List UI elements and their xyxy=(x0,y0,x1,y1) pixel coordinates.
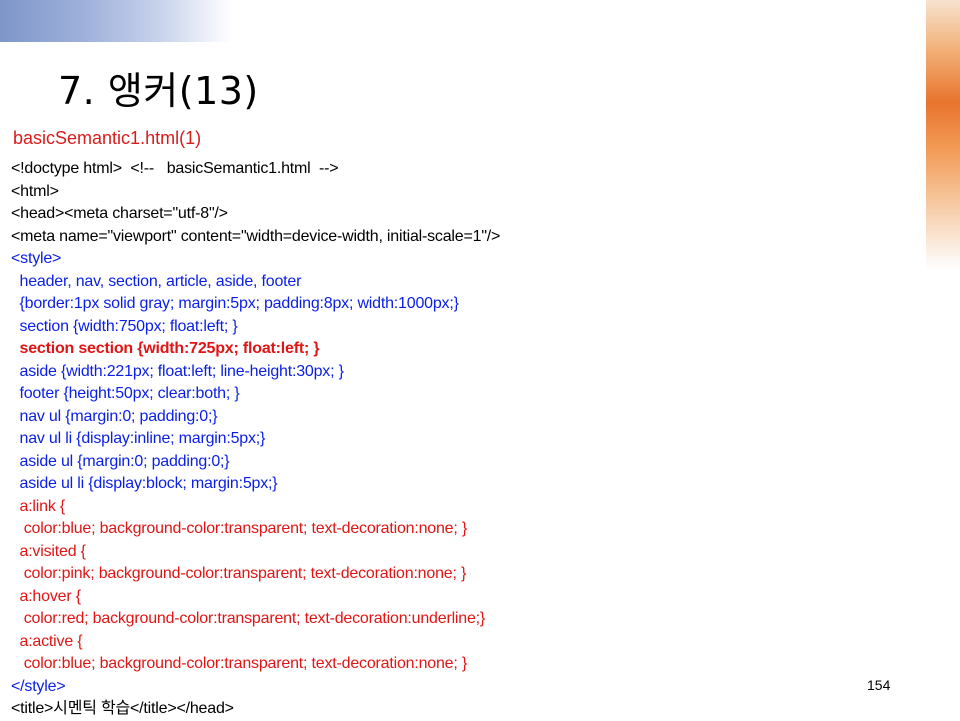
code-listing: <!doctype html> <!-- basicSemantic1.html… xyxy=(11,158,500,721)
side-decoration-image xyxy=(926,0,960,270)
code-line: aside {width:221px; float:left; line-hei… xyxy=(11,362,344,380)
code-line: <head><meta charset="utf-8"/> xyxy=(11,205,228,222)
header-decoration-band xyxy=(0,0,232,42)
code-line: aside ul {margin:0; padding:0;} xyxy=(11,452,230,470)
code-line: a:hover { xyxy=(11,587,81,605)
code-line: color:pink; background-color:transparent… xyxy=(11,565,467,582)
code-line: nav ul {margin:0; padding:0;} xyxy=(11,407,218,425)
code-line: color:blue; background-color:transparent… xyxy=(11,520,468,537)
code-line: section {width:750px; float:left; } xyxy=(11,317,238,335)
code-line: a:active { xyxy=(11,632,83,650)
code-line: section section {width:725px; float:left… xyxy=(11,340,320,357)
slide-title: 7. 앵커(13) xyxy=(58,69,259,113)
code-line: color:red; background-color:transparent;… xyxy=(11,610,486,627)
code-line: <html> xyxy=(11,182,59,200)
code-line: </style> xyxy=(11,677,66,695)
code-line: <!doctype html> <!-- basicSemantic1.html… xyxy=(11,160,339,177)
code-line: header, nav, section, article, aside, fo… xyxy=(11,272,302,290)
code-line: a:link { xyxy=(11,497,66,515)
code-line: footer {height:50px; clear:both; } xyxy=(11,385,240,402)
code-line: nav ul li {display:inline; margin:5px;} xyxy=(11,430,266,447)
code-line: <meta name="viewport" content="width=dev… xyxy=(11,227,501,245)
slide-subtitle: basicSemantic1.html(1) xyxy=(13,128,202,148)
code-line: aside ul li {display:block; margin:5px;} xyxy=(11,475,278,492)
code-line: <title>시멘틱 학습</title></head> xyxy=(11,700,234,717)
code-line: a:visited { xyxy=(11,542,86,560)
code-line: <style> xyxy=(11,250,62,267)
code-line: color:blue; background-color:transparent… xyxy=(11,655,468,672)
code-line: {border:1px solid gray; margin:5px; padd… xyxy=(11,295,459,312)
page-number: 154 xyxy=(867,677,891,693)
